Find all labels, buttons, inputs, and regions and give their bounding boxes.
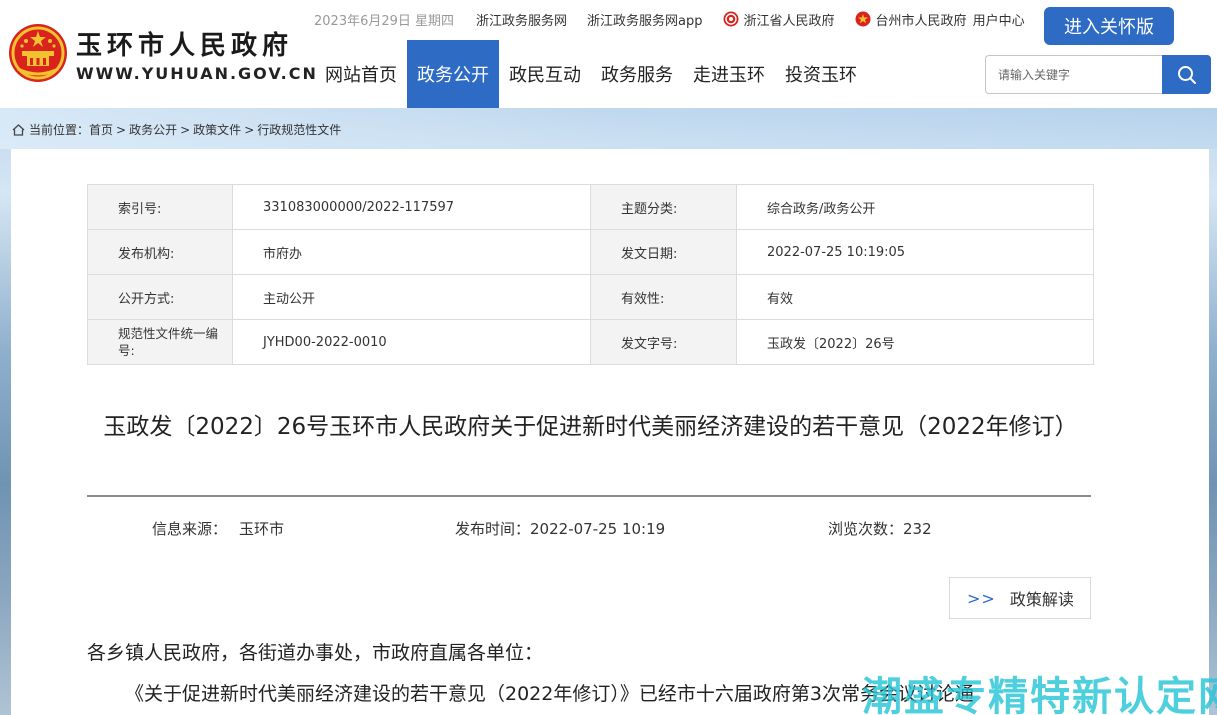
nav-about-yuhuan[interactable]: 走进玉环 <box>683 40 775 108</box>
search-icon <box>1177 65 1196 84</box>
document-meta-table: 索引号: 331083000000/2022-117597 主题分类: 综合政务… <box>87 184 1094 365</box>
double-chevron-right-icon: >> <box>967 588 996 608</box>
title-divider <box>87 495 1091 497</box>
meta-row: 索引号: 331083000000/2022-117597 主题分类: 综合政务… <box>87 184 1094 230</box>
meta-value-index-no: 331083000000/2022-117597 <box>232 184 591 230</box>
content-card: 索引号: 331083000000/2022-117597 主题分类: 综合政务… <box>11 149 1209 715</box>
meta-row: 公开方式: 主动公开 有效性: 有效 <box>87 274 1094 320</box>
search-bar <box>985 55 1211 94</box>
top-links-bar: 2023年6月29日 星期四 浙江政务服务网 浙江政务服务网app 浙江省人民政… <box>314 10 1025 29</box>
link-zhejiang-gov-label: 浙江省人民政府 <box>743 13 835 29</box>
search-button[interactable] <box>1162 55 1211 94</box>
site-url: WWW.YUHUAN.GOV.CN <box>76 64 318 83</box>
search-input[interactable] <box>985 55 1162 94</box>
breadcrumb-separator: > <box>116 122 127 137</box>
watermark-text: 潮盛专精特新认定网 <box>862 674 1217 715</box>
meta-value-topic: 综合政务/政务公开 <box>736 184 1094 230</box>
breadcrumb-home[interactable]: 首页 <box>89 121 113 138</box>
meta-label-publisher: 发布机构: <box>87 229 233 275</box>
info-view-count: 浏览次数：232 <box>828 518 932 539</box>
current-date: 2023年6月29日 星期四 <box>314 13 455 29</box>
breadcrumb-separator: > <box>180 122 191 137</box>
care-version-button[interactable]: 进入关怀版 <box>1044 7 1174 45</box>
link-taizhou-gov[interactable]: 台州市人民政府 <box>855 10 967 29</box>
breadcrumb-normative-documents[interactable]: 行政规范性文件 <box>257 121 341 138</box>
nav-gov-affairs-open[interactable]: 政务公开 <box>407 40 499 108</box>
link-user-center[interactable]: 用户中心 <box>973 10 1025 29</box>
link-zj-gov-service-app[interactable]: 浙江政务服务网app <box>587 10 702 29</box>
meta-value-unified-no: JYHD00-2022-0010 <box>232 319 591 365</box>
info-publish-time-label: 发布时间： <box>455 520 531 538</box>
meta-value-validity: 有效 <box>736 274 1094 320</box>
link-zj-gov-service[interactable]: 浙江政务服务网 <box>476 10 567 29</box>
meta-label-disclosure-method: 公开方式: <box>87 274 233 320</box>
document-title: 玉政发〔2022〕26号玉环市人民政府关于促进新时代美丽经济建设的若干意见（20… <box>103 414 1078 440</box>
breadcrumb: 当前位置： 首页 > 政务公开 > 政策文件 > 行政规范性文件 <box>12 121 341 138</box>
info-publish-time-value: 2022-07-25 10:19 <box>530 520 666 538</box>
info-source: 信息来源： 玉环市 <box>152 518 284 539</box>
breadcrumb-prefix: 当前位置： <box>29 123 90 137</box>
meta-label-topic: 主题分类: <box>590 184 737 230</box>
info-view-count-label: 浏览次数： <box>828 520 904 538</box>
info-publish-time: 发布时间：2022-07-25 10:19 <box>455 518 665 539</box>
breadcrumb-policy-documents[interactable]: 政策文件 <box>193 121 241 138</box>
home-icon <box>12 123 25 136</box>
info-source-label: 信息来源： <box>152 520 228 538</box>
body-paragraph: 各乡镇人民政府，各街道办事处，市政府直属各单位： <box>87 642 544 664</box>
link-zhejiang-gov[interactable]: 浙江省人民政府 <box>723 10 835 29</box>
site-title[interactable]: 玉环市人民政府 <box>76 25 293 62</box>
link-taizhou-gov-label: 台州市人民政府 <box>875 13 967 29</box>
breadcrumb-gov-affairs-open[interactable]: 政务公开 <box>129 121 177 138</box>
main-nav: 网站首页 政务公开 政民互动 政务服务 走进玉环 投资玉环 <box>315 40 867 108</box>
meta-label-issue-date: 发文日期: <box>590 229 737 275</box>
info-source-value: 玉环市 <box>239 520 285 538</box>
policy-interpretation-label: 政策解读 <box>1009 590 1074 609</box>
meta-label-validity: 有效性: <box>590 274 737 320</box>
nav-gov-services[interactable]: 政务服务 <box>591 40 683 108</box>
meta-value-doc-no: 玉政发〔2022〕26号 <box>736 319 1094 365</box>
meta-label-index-no: 索引号: <box>87 184 233 230</box>
nav-invest-yuhuan[interactable]: 投资玉环 <box>775 40 867 108</box>
breadcrumb-separator: > <box>244 122 255 137</box>
policy-interpretation-button[interactable]: >> 政策解读 <box>949 577 1091 619</box>
zhejiang-gov-emblem-icon <box>723 11 739 27</box>
site-header: 玉环市人民政府 WWW.YUHUAN.GOV.CN 2023年6月29日 星期四… <box>0 0 1217 108</box>
meta-value-disclosure-method: 主动公开 <box>232 274 591 320</box>
meta-row: 规范性文件统一编号: JYHD00-2022-0010 发文字号: 玉政发〔20… <box>87 319 1094 365</box>
nav-gov-citizen-interaction[interactable]: 政民互动 <box>499 40 591 108</box>
meta-value-issue-date: 2022-07-25 10:19:05 <box>736 229 1094 275</box>
meta-label-unified-no: 规范性文件统一编号: <box>87 319 233 365</box>
meta-row: 发布机构: 市府办 发文日期: 2022-07-25 10:19:05 <box>87 229 1094 275</box>
national-emblem-icon[interactable] <box>8 23 68 83</box>
info-view-count-value: 232 <box>903 520 932 538</box>
meta-label-doc-no: 发文字号: <box>590 319 737 365</box>
nav-home[interactable]: 网站首页 <box>315 40 407 108</box>
taizhou-gov-emblem-icon <box>855 11 871 27</box>
meta-value-publisher: 市府办 <box>232 229 591 275</box>
